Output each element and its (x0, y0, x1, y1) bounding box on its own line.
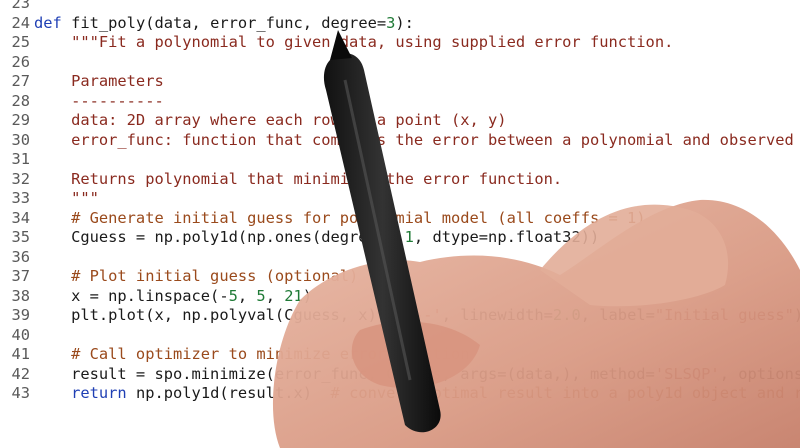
line-number: 43 (11, 384, 30, 402)
code-token: , dtype=np.float32)) (413, 228, 600, 246)
code-token: , (237, 286, 257, 305)
code-text: """Fit a polynomial to given data, using… (34, 31, 673, 53)
code-token: # Plot initial guess (optional) (34, 267, 359, 285)
code-token: ---------- (34, 91, 164, 110)
code-token: # Generate initial guess for polynomial … (34, 208, 646, 227)
code-token: def (34, 13, 72, 32)
code-token: 21 (284, 286, 303, 305)
code-token: Returns polynomial that minimizes the er… (34, 169, 563, 188)
code-token: 'SLSQP' (654, 364, 720, 383)
code-token: x = np.linspace(- (34, 286, 229, 305)
code-token: # Call optimizer to minimize error funct… (34, 345, 470, 363)
code-token: "Initial guess" (654, 306, 794, 324)
code-token: 3 (386, 13, 396, 32)
code-token: # convert optimal result into a poly1d o… (330, 384, 800, 402)
code-token: plt.plot(x, np.polyval(Cguess, x), (34, 306, 396, 324)
code-token: result = spo.minimize(error_func, Cguess… (34, 364, 655, 383)
code-token: error_func: function that computes the e… (34, 130, 800, 149)
code-token: 2.0 (552, 306, 581, 324)
code-token: , (265, 286, 285, 305)
code-token: , label= (580, 306, 655, 324)
code-text: plt.plot(x, np.polyval(Cguess, x), 'm--'… (34, 304, 800, 326)
code-token: 5 (256, 286, 266, 305)
code-token: ) (302, 286, 313, 305)
code-token: np.poly1d(result.x) (126, 384, 331, 402)
code-token: ): (395, 13, 414, 32)
code-token: 'm--' (395, 306, 442, 324)
code-token: data: 2D array where each row is a point… (34, 111, 507, 129)
code-editor[interactable]: 23 24 def fit_poly(data, error_func, degre… (0, 0, 800, 448)
code-text: Returns polynomial that minimizes the er… (34, 168, 562, 190)
code-token: fit_poly(data, error_func, degree= (71, 13, 387, 32)
code-text: error_func: function that computes the e… (34, 129, 800, 151)
code-token: 1 (404, 228, 414, 246)
code-token: """Fit a polynomial to given data, using… (34, 33, 674, 51)
code-text: return np.poly1d(result.x) # convert opt… (34, 382, 800, 404)
code-token: Parameters (34, 72, 164, 90)
code-token: 5 (228, 286, 238, 305)
code-token: ) (794, 306, 800, 324)
code-token: Cguess = np.poly1d(np.ones(degree + (34, 228, 405, 246)
code-text: Cguess = np.poly1d(np.ones(degree + 1, d… (34, 226, 599, 248)
code-token: , linewidth= (441, 306, 553, 324)
code-token: """ (34, 189, 99, 207)
code-token: , options= (719, 364, 800, 383)
code-token: return (71, 384, 127, 402)
